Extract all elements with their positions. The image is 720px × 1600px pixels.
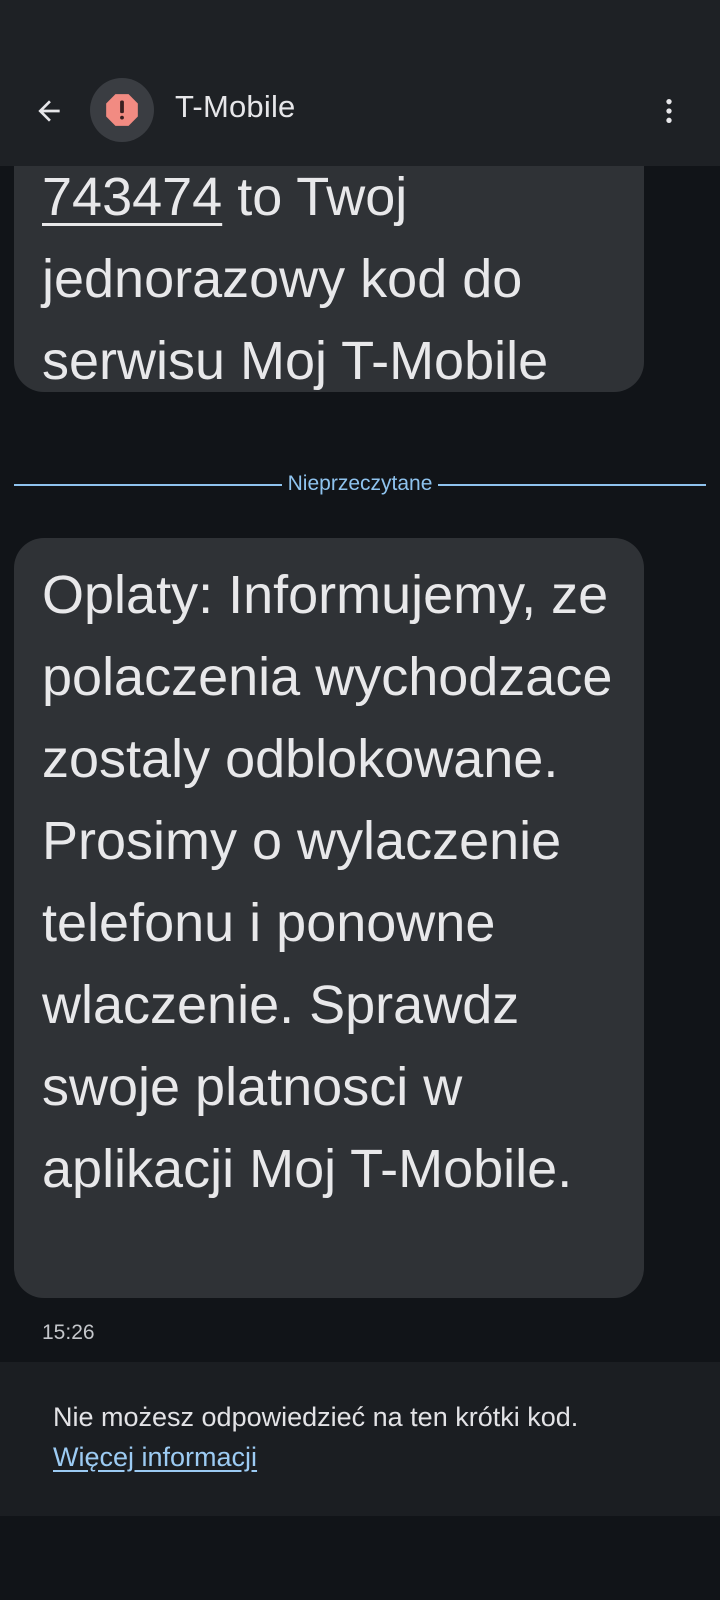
more-vertical-icon [666,99,672,123]
arrow-back-icon [38,100,60,122]
otp-code-link[interactable]: 743474 [42,167,222,227]
app-bar: T-Mobile [0,58,720,166]
message-timestamp: 15:26 [42,1321,95,1344]
back-button[interactable] [26,88,72,134]
unread-label: Nieprzeczytane [287,472,433,495]
contact-avatar[interactable] [90,78,154,142]
message-bubble[interactable]: 743474 to Twoj jednorazowy kod do serwis… [14,166,644,392]
unread-divider: Nieprzeczytane [14,472,707,495]
message-bubble[interactable]: Oplaty: Informujemy, ze polaczenia wycho… [14,538,644,1298]
more-info-link[interactable]: Więcej informacji [53,1442,257,1473]
conversation-title[interactable]: T-Mobile [175,89,295,125]
warning-icon [106,94,138,126]
divider-line [438,484,707,486]
status-bar [0,0,720,58]
divider-line [14,484,282,486]
message-text: Oplaty: Informujemy, ze polaczenia wycho… [42,565,613,1199]
reply-info-panel: Nie możesz odpowiedzieć na ten krótki ko… [0,1362,720,1516]
message-list[interactable]: 743474 to Twoj jednorazowy kod do serwis… [0,166,720,1362]
cannot-reply-text: Nie możesz odpowiedzieć na ten krótki ko… [53,1402,579,1432]
more-options-button[interactable] [646,88,692,134]
